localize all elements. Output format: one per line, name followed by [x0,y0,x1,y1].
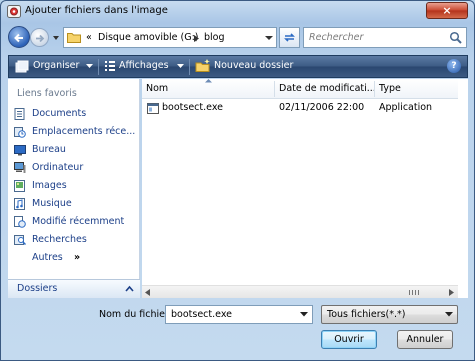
sidebar-item-pictures[interactable]: Images [12,178,138,195]
folders-label: Dossiers [17,283,58,294]
toolbar-divider [98,59,99,75]
address-dropdown[interactable] [260,28,276,47]
more-chevron-icon: » [74,252,81,263]
recent-pages-dropdown-icon[interactable] [52,34,60,42]
organize-menu[interactable]: Organiser [33,60,79,71]
sidebar-item-label: Musique [32,198,72,209]
new-folder-button[interactable]: Nouveau dossier [214,60,293,71]
new-folder-icon [195,59,210,72]
toolbar-divider [189,59,190,75]
sidebar-item-label: Ordinateur [32,162,84,173]
desktop-icon [14,145,26,156]
refresh-icon [284,33,295,42]
sidebar-item-recent-places[interactable]: Emplacements réce... [12,124,138,141]
documents-icon [14,108,25,120]
search-icon[interactable] [449,31,462,44]
command-toolbar: Organiser Affichages Nouveau dossier ? [8,55,468,78]
navigation-bar: « Disque amovible (G:) blog Rechercher [1,23,474,53]
open-button[interactable]: Ouvrir [321,330,377,349]
sidebar-item-label: Documents [32,108,87,119]
column-header-row: Nom Date de modificati... Type [142,79,458,99]
back-button[interactable] [8,26,30,48]
cancel-button[interactable]: Annuler [397,330,453,349]
sidebar-item-desktop[interactable]: Bureau [12,142,138,159]
organize-icon [15,60,29,73]
vertical-scrollbar-track[interactable] [458,79,468,298]
recent-places-icon [14,127,26,138]
sidebar-item-label: Bureau [32,144,66,155]
chevron-down-icon [445,312,453,317]
searches-icon [14,235,26,246]
folders-toggle[interactable]: Dossiers [8,279,140,298]
file-date: 02/11/2006 22:00 [279,102,365,113]
title-bar[interactable]: Ajouter fichiers dans l'image × [1,1,474,23]
sidebar-item-music[interactable]: Musique [12,196,138,213]
close-icon: × [442,4,452,17]
pictures-icon [14,180,25,192]
sidebar-item-computer[interactable]: Ordinateur [12,160,138,177]
sidebar-item-label: Images [32,180,67,191]
file-type-filter-select[interactable]: Tous fichiers(*.*) [321,305,458,324]
sidebar-item-label: Autres [32,252,63,263]
scroll-thumb-grip-icon[interactable] [402,288,426,296]
organize-dropdown-icon[interactable] [86,64,93,69]
executable-file-icon [147,103,159,114]
chevron-up-icon [125,285,134,292]
filename-field[interactable]: bootsect.exe [165,305,313,324]
forward-button[interactable] [30,28,49,47]
filename-label: Nom du fichier : [99,309,176,320]
chevron-down-icon [265,36,273,40]
dialog-window: Ajouter fichiers dans l'image × « Disque… [0,0,475,361]
breadcrumb-drive[interactable]: Disque amovible (G:) [98,32,198,43]
column-header-date[interactable]: Date de modificati... [279,83,376,94]
filename-input[interactable]: bootsect.exe [171,309,232,320]
sidebar-item-label: Recherches [32,234,87,245]
computer-icon [14,162,26,173]
column-divider[interactable] [274,81,275,97]
favorite-links-header: Liens favoris [17,88,77,99]
back-arrow-icon [14,33,23,43]
app-icon [7,5,21,18]
views-dropdown-icon[interactable] [177,64,184,69]
address-bar[interactable]: « Disque amovible (G:) blog [63,27,277,48]
breadcrumb-separator-icon[interactable] [194,35,199,42]
sidebar-item-searches[interactable]: Recherches [12,232,138,249]
navigation-pane: Liens favoris Documents Emplacements réc… [8,79,140,298]
close-button[interactable]: × [426,2,468,19]
breadcrumb-overflow[interactable]: « [86,32,92,43]
scroll-left-icon[interactable] [145,289,150,296]
views-menu[interactable]: Affichages [119,60,169,71]
search-input[interactable]: Rechercher [309,32,363,43]
views-icon [105,61,115,71]
recently-changed-icon [14,216,26,228]
file-type-filter-value: Tous fichiers(*.*) [327,309,406,320]
help-icon: ? [451,61,457,71]
help-button[interactable]: ? [447,59,461,73]
filename-history-dropdown-icon[interactable] [300,312,308,317]
folder-icon [67,33,81,43]
sidebar-item-recently-changed[interactable]: Modifié récemment [12,214,138,231]
forward-arrow-icon [36,34,45,43]
music-icon [14,198,25,210]
sidebar-item-more[interactable]: Autres » [12,250,138,267]
window-title: Ajouter fichiers dans l'image [25,5,168,16]
column-header-name[interactable]: Nom [146,83,168,94]
dialog-footer: Nom du fichier : bootsect.exe Tous fichi… [1,299,474,361]
column-divider[interactable] [374,81,375,97]
horizontal-scrollbar[interactable] [142,285,458,298]
table-row[interactable]: bootsect.exe 02/11/2006 22:00 Applicatio… [145,100,458,117]
scroll-right-icon[interactable] [449,289,454,296]
sidebar-item-label: Modifié récemment [32,216,125,227]
refresh-button[interactable] [279,27,300,48]
file-name: bootsect.exe [162,102,223,113]
column-header-type[interactable]: Type [379,83,401,94]
sidebar-item-documents[interactable]: Documents [12,106,138,123]
file-type: Application [379,102,433,113]
sort-indicator-icon [205,79,212,83]
file-list: Nom Date de modificati... Type bootsect.… [142,79,458,298]
breadcrumb-folder[interactable]: blog [204,32,225,43]
search-box[interactable]: Rechercher [303,27,467,48]
sidebar-item-label: Emplacements réce... [32,126,136,137]
